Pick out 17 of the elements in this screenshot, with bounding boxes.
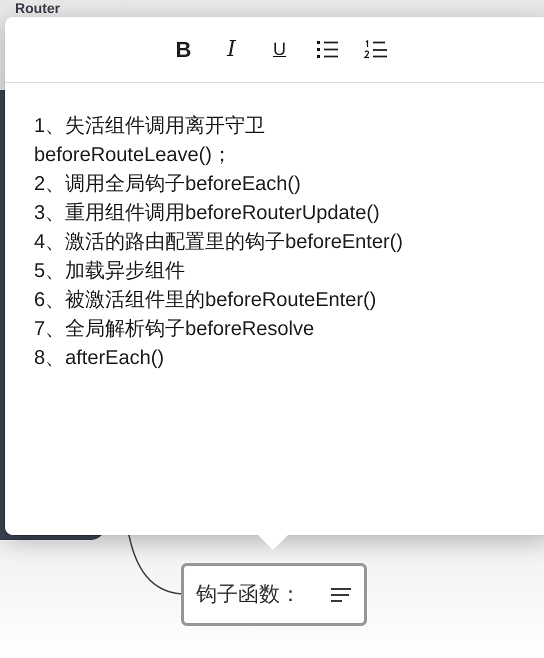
note-line: 5、加载异步组件 [34,259,186,284]
note-line: 2、调用全局钩子beforeEach() [34,172,302,197]
note-line: 3、重用组件调用beforeRouterUpdate() [34,201,381,226]
popup-pointer [257,534,289,550]
note-line: 1、失活组件调用离开守卫 [34,114,266,139]
node-box[interactable]: 钩子函数： [181,563,367,626]
note-line: 6、被激活组件里的beforeRouteEnter() [34,288,378,313]
italic-button[interactable]: I [218,36,244,62]
note-line: 7、全局解析钩子beforeResolve [34,317,316,342]
node-title: Router [15,0,60,16]
note-line: beforeRouteLeave()； [34,143,233,168]
underline-button[interactable]: U [266,36,292,62]
node-label: 钩子函数： [196,582,301,608]
notes-icon[interactable] [330,586,352,602]
note-line: 8、afterEach() [34,346,166,371]
bold-button[interactable]: B [170,36,196,62]
note-line: 4、激活的路由配置里的钩子beforeEnter() [34,230,403,255]
